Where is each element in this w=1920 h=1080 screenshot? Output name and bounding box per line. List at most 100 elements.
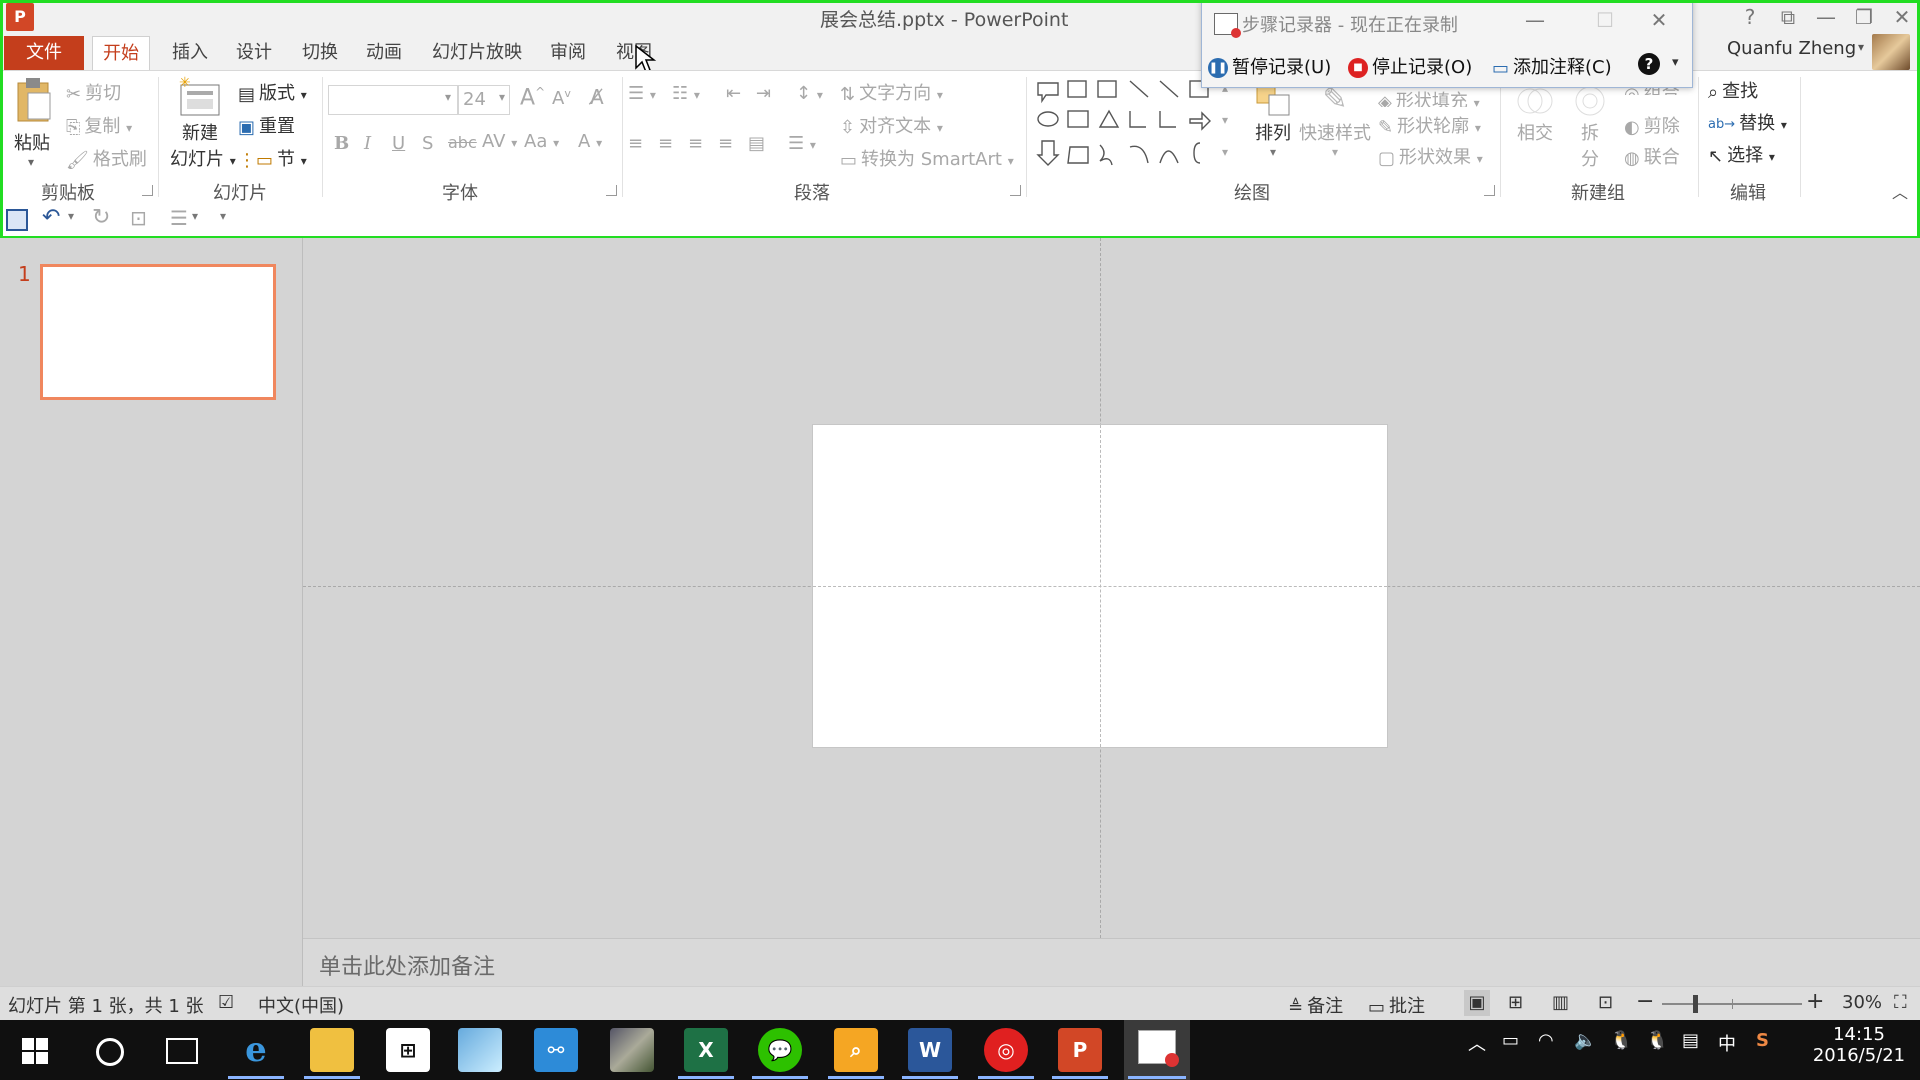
show-hidden-icons-icon[interactable]: ︿ (1468, 1030, 1486, 1056)
font-launcher-icon[interactable] (606, 185, 617, 196)
undo-chevron-icon[interactable]: ▾ (68, 209, 74, 223)
touch-mode-icon[interactable]: ☰ (170, 206, 188, 230)
notes-pane[interactable]: 单击此处添加备注 (303, 938, 1920, 987)
tab-design[interactable]: 设计 (226, 36, 282, 70)
word-icon[interactable]: W (908, 1028, 952, 1072)
cut-button[interactable]: ✂ 剪切 (66, 79, 121, 105)
ribbon-display-options-icon[interactable]: ⧉ (1769, 2, 1807, 32)
language-status[interactable]: 中文(中国) (258, 992, 344, 1018)
tab-review[interactable]: 审阅 (540, 36, 596, 70)
strikethrough-button[interactable]: abc (448, 133, 477, 152)
layout-button[interactable]: ▤ 版式 ▾ (238, 79, 307, 105)
help-icon[interactable]: ? (1638, 53, 1660, 75)
volume-icon[interactable]: 🔈 (1574, 1030, 1596, 1051)
line-spacing-button[interactable]: ↕ ▾ (796, 83, 823, 104)
edge-browser-icon[interactable]: e (234, 1028, 278, 1072)
photo-app-icon[interactable] (610, 1028, 654, 1072)
zoom-slider[interactable] (1662, 995, 1802, 1013)
union-button[interactable]: ◍ 联合 (1624, 143, 1680, 169)
new-slide-button[interactable]: ✳ 新建 幻灯片 ▾ (170, 75, 236, 171)
convert-smartart-button[interactable]: ▭ 转换为 SmartArt ▾ (840, 145, 1014, 171)
recorder-maximize-button[interactable]: ☐ (1586, 5, 1624, 35)
tab-home[interactable]: 开始 (92, 36, 150, 71)
task-view-icon[interactable] (166, 1038, 198, 1064)
italic-button[interactable]: I (364, 133, 371, 154)
slideshow-from-start-icon[interactable]: ⊡ (130, 206, 147, 230)
wechat-icon[interactable]: 💬 (758, 1028, 802, 1072)
zoom-in-button[interactable]: + (1806, 989, 1824, 1014)
cortana-icon[interactable] (96, 1038, 124, 1066)
qq-secondary-icon[interactable]: 🐧 (1646, 1030, 1668, 1051)
pause-recording-button[interactable]: ❚❚ 暂停记录(U) (1208, 53, 1331, 79)
shape-effects-button[interactable]: ▢ 形状效果 ▾ (1378, 143, 1483, 169)
character-spacing-button[interactable]: AV ▾ (482, 131, 517, 152)
increase-indent-icon[interactable]: ⇥ (756, 83, 771, 104)
stop-recording-button[interactable]: ■ 停止记录(O) (1348, 53, 1472, 79)
format-painter-button[interactable]: 🖌 格式刷 (66, 145, 147, 171)
undo-icon[interactable]: ↶ (42, 205, 60, 230)
help-icon[interactable]: ? (1731, 2, 1769, 32)
redo-icon[interactable]: ↻ (92, 205, 110, 230)
notes-app-icon[interactable] (458, 1028, 502, 1072)
wifi-icon[interactable]: ◠ (1538, 1030, 1554, 1051)
font-size-combobox[interactable]: 24 ▾ (458, 85, 510, 115)
replace-button[interactable]: ab→ 替换 ▾ (1708, 109, 1787, 135)
slideshow-view-icon[interactable]: ⊡ (1598, 992, 1613, 1013)
notes-toggle-button[interactable]: ≜ 备注 (1288, 992, 1343, 1018)
touch-mode-chevron-icon[interactable]: ▾ (192, 209, 198, 223)
collapse-ribbon-icon[interactable]: ︿ (1892, 179, 1908, 203)
shapes-more-icon[interactable]: ▾ (1222, 145, 1228, 159)
reset-button[interactable]: ▣ 重置 (238, 112, 295, 138)
slide-canvas[interactable] (812, 424, 1388, 748)
zoom-slider-thumb[interactable] (1693, 995, 1699, 1013)
find-button[interactable]: ⌕ 查找 (1708, 77, 1758, 103)
align-right-icon[interactable]: ≡ (688, 133, 703, 154)
shapes-gallery[interactable] (1034, 77, 1230, 169)
underline-button[interactable]: U (392, 133, 405, 154)
decrease-indent-icon[interactable]: ⇤ (726, 83, 741, 104)
font-color-button[interactable]: A ▾ (578, 131, 602, 152)
fragment-button[interactable]: 拆 分 (1568, 81, 1612, 171)
restore-button[interactable]: ❐ (1845, 2, 1883, 32)
user-name[interactable]: Quanfu Zheng (1727, 38, 1856, 59)
shape-fill-button[interactable]: ◈ 形状填充 ▾ (1378, 87, 1480, 107)
section-button[interactable]: ⋮▭ 节 ▾ (238, 145, 307, 171)
intersect-button[interactable]: 相交 (1510, 81, 1560, 145)
battery-icon[interactable]: ▭ (1502, 1030, 1519, 1051)
slide-sorter-view-icon[interactable]: ⊞ (1508, 992, 1523, 1013)
justify-icon[interactable]: ≡ (718, 133, 733, 154)
recorder-close-button[interactable]: ✕ (1640, 5, 1678, 35)
normal-view-icon[interactable]: ▣ (1464, 990, 1490, 1016)
recorder-menu-chevron-icon[interactable]: ▾ (1672, 55, 1679, 70)
slide-thumbnail[interactable] (40, 264, 276, 400)
powerpoint-icon[interactable]: P (1058, 1028, 1102, 1072)
save-icon[interactable] (6, 209, 28, 231)
tab-file[interactable]: 文件 (4, 36, 84, 70)
clipboard-launcher-icon[interactable] (142, 185, 153, 196)
arrange-button[interactable]: 排列 ▾ (1248, 81, 1298, 159)
comments-toggle-button[interactable]: ▭ 批注 (1368, 992, 1425, 1018)
zoom-level[interactable]: 30% (1842, 992, 1882, 1013)
clock[interactable]: 14:15 2016/5/21 (1806, 1024, 1912, 1066)
font-name-combobox[interactable]: ▾ (328, 85, 458, 115)
avatar[interactable] (1872, 34, 1910, 70)
bold-button[interactable]: B (334, 133, 349, 154)
subtract-button[interactable]: ◐ 剪除 (1624, 112, 1680, 138)
select-button[interactable]: ↖ 选择 ▾ (1708, 141, 1775, 167)
store-icon[interactable]: ⊞ (386, 1028, 430, 1072)
search-tool-icon[interactable]: ⌕ (834, 1028, 878, 1072)
change-case-button[interactable]: Aa ▾ (524, 131, 559, 152)
user-menu-chevron-icon[interactable]: ▾ (1858, 40, 1864, 54)
text-direction-button[interactable]: ⇅ 文字方向 ▾ (840, 79, 943, 105)
excel-icon[interactable]: X (684, 1028, 728, 1072)
text-shadow-button[interactable]: S (422, 133, 433, 154)
numbering-button[interactable]: ☷ ▾ (672, 83, 700, 104)
minimize-button[interactable]: — (1807, 2, 1845, 32)
quick-styles-button[interactable]: ✎ 快速样式 ▾ (1298, 81, 1372, 159)
shape-outline-button[interactable]: ✎ 形状轮廓 ▾ (1378, 112, 1481, 138)
reading-view-icon[interactable]: ▥ (1552, 992, 1569, 1013)
qq-icon[interactable]: 🐧 (1610, 1030, 1632, 1051)
zoom-out-button[interactable]: − (1636, 989, 1654, 1014)
ime-indicator[interactable]: 中 (1718, 1030, 1736, 1056)
taskbar-active-app[interactable] (1124, 1020, 1190, 1080)
